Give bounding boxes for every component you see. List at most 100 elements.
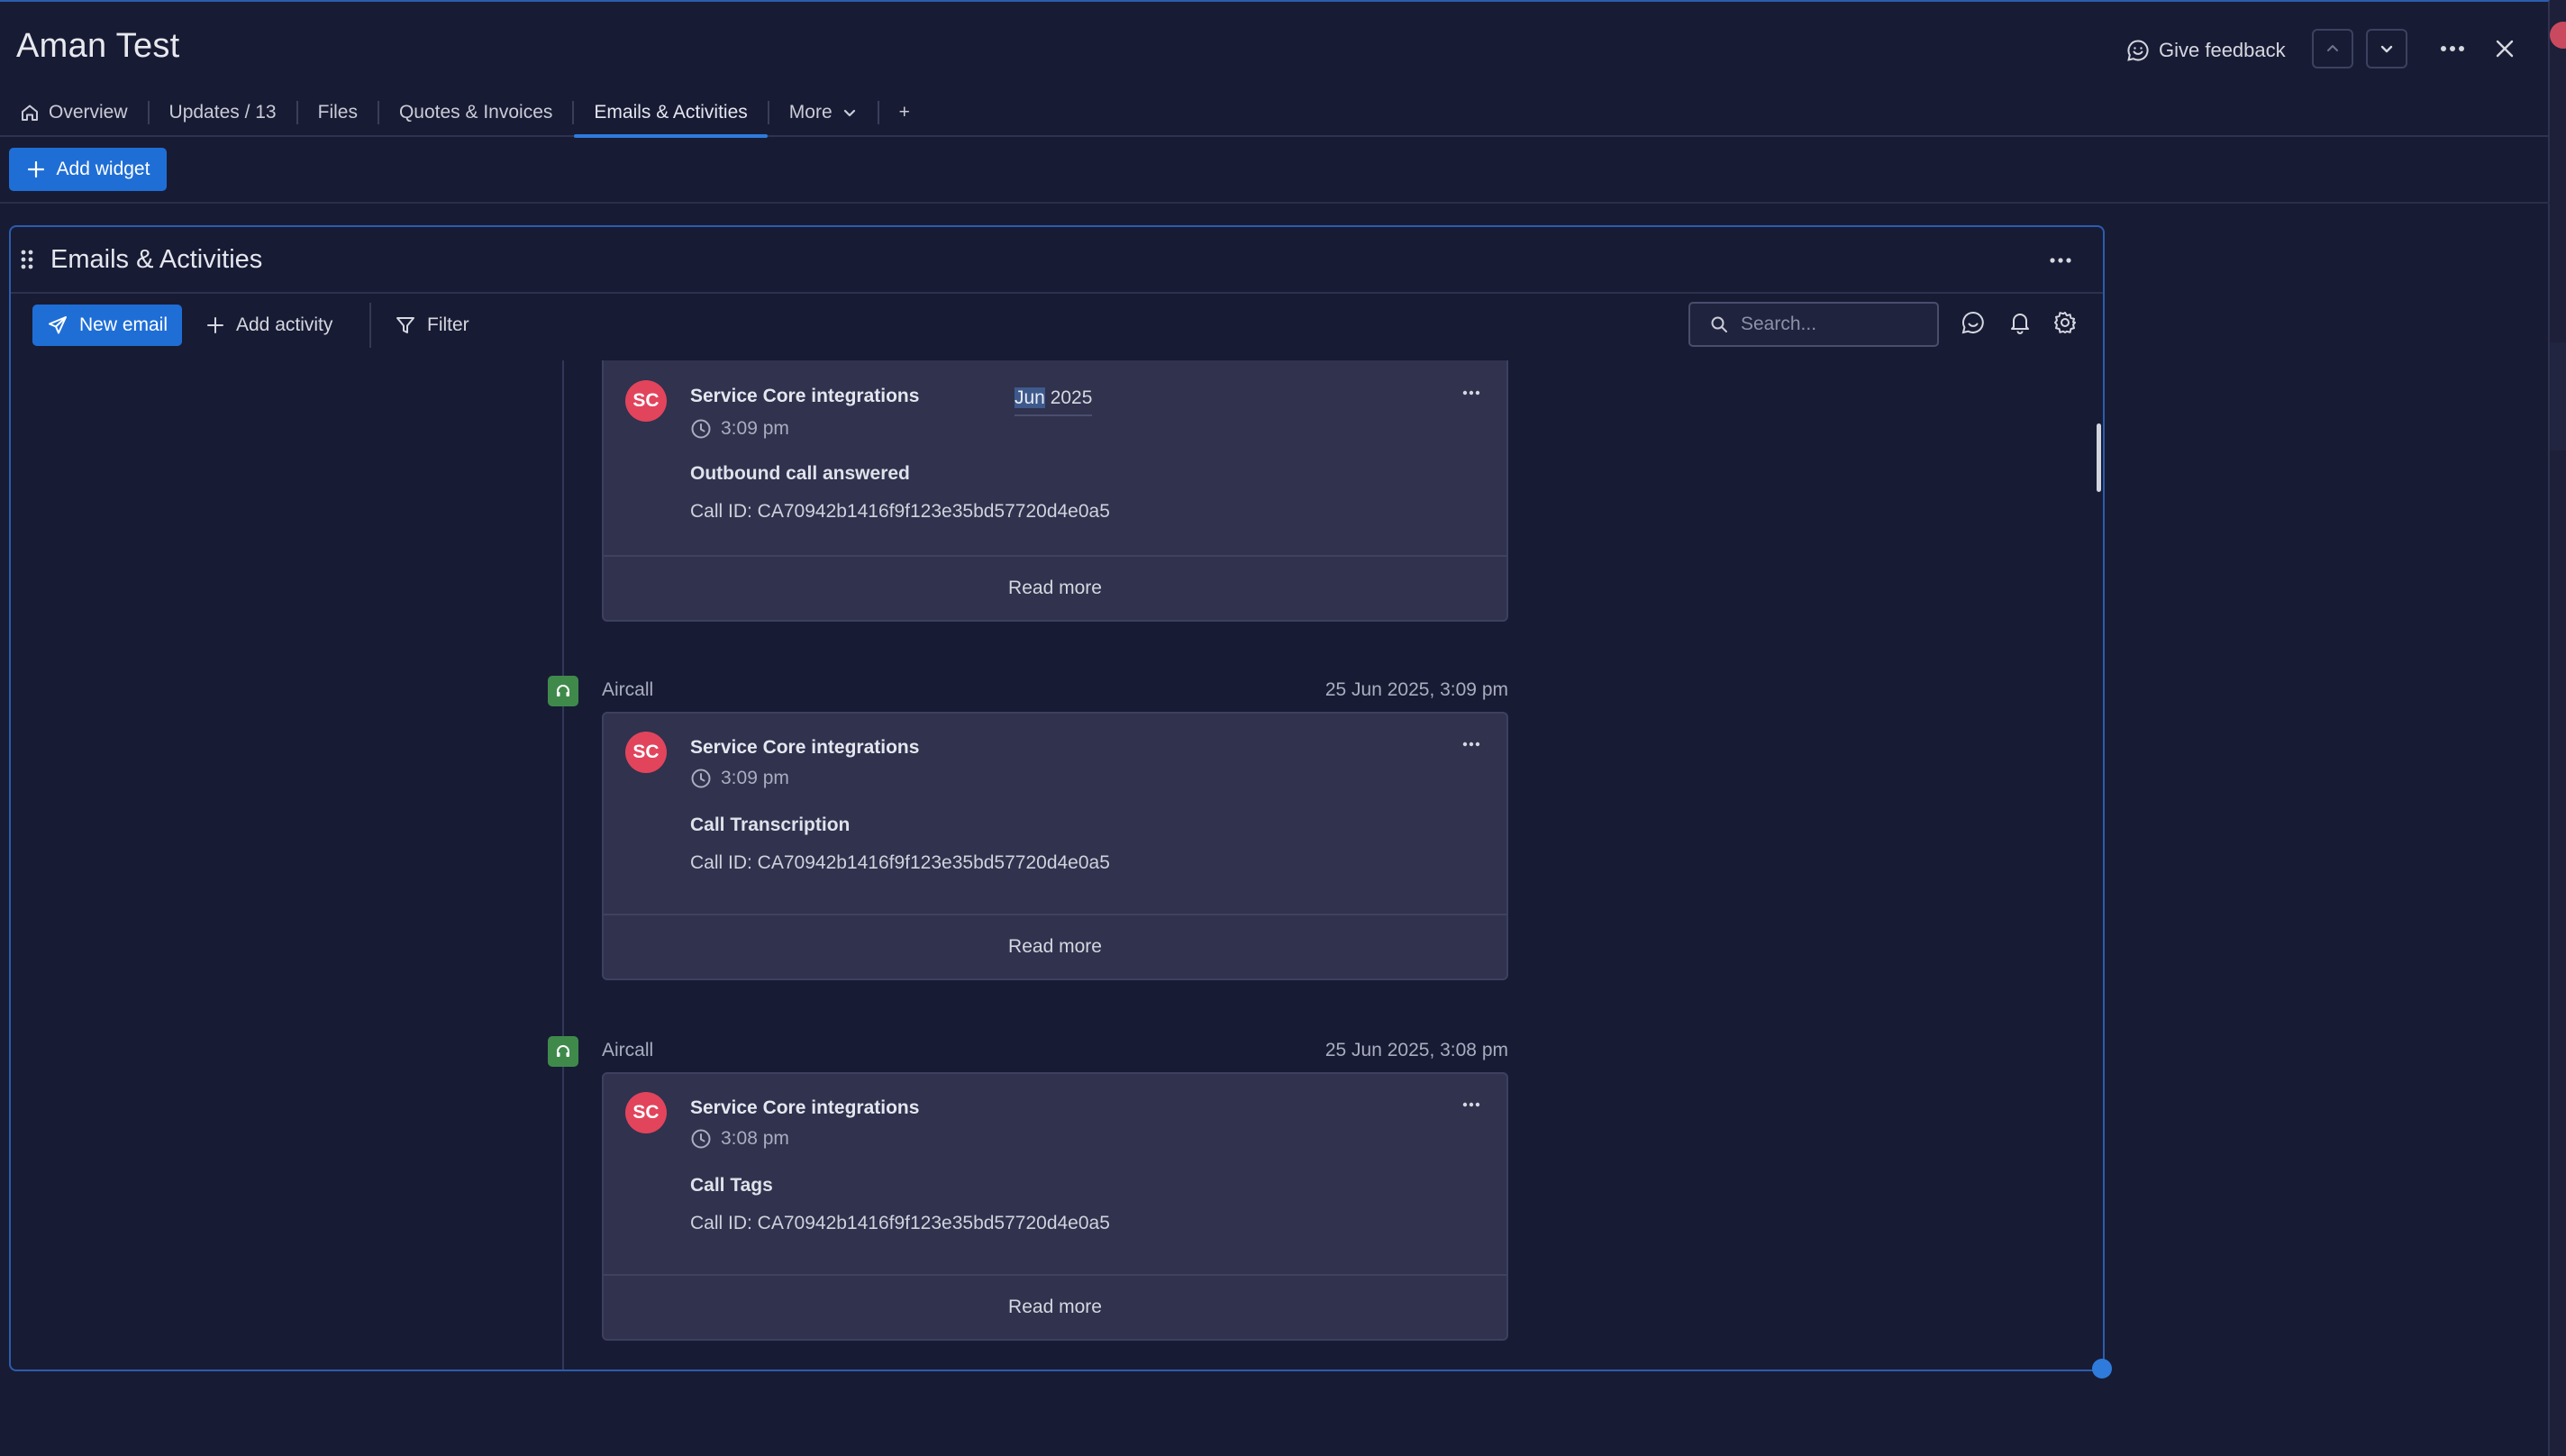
clock-icon [690,768,712,789]
clock-icon [690,1128,712,1150]
activity-card: SC Service Core integrations 3:08 pm Cal… [602,1072,1508,1341]
search-placeholder: Search... [1741,314,1817,334]
tab-emails-activities[interactable]: Emails & Activities [574,89,769,138]
avatar: SC [625,380,667,422]
resize-handle[interactable] [2092,1359,2112,1379]
activity-more-button[interactable] [1458,382,1485,404]
drag-handle-icon[interactable] [20,249,34,270]
plus-icon [205,315,225,335]
plus-icon: + [898,102,910,123]
activity-more-button[interactable] [1458,1094,1485,1115]
send-icon [47,314,68,336]
widget-header: Emails & Activities [11,227,2103,294]
ellipsis-icon [1462,1102,1480,1107]
tab-label: Overview [49,102,128,123]
activity-card: SC Service Core integrations 3:09 pm Cal… [602,712,1508,980]
tab-quotes-invoices[interactable]: Quotes & Invoices [379,89,572,136]
avatar: SC [625,1092,667,1133]
search-input[interactable]: Search... [1688,302,1939,347]
feed-scrollbar[interactable] [2097,423,2101,492]
tab-label: Quotes & Invoices [398,102,553,123]
widget-more-button[interactable] [2045,245,2076,276]
tab-overview[interactable]: Overview [0,89,148,136]
tab-updates[interactable]: Updates / 13 [150,89,296,136]
feedback-label: Give feedback [2159,39,2286,61]
filter-icon [395,314,416,336]
filter-button[interactable]: Filter [395,305,469,346]
activity-source: Aircall [602,679,654,700]
read-more-button[interactable]: Read more [604,914,1506,978]
activity-time-label: 3:09 pm [721,418,789,439]
ellipsis-icon [2440,45,2465,52]
read-more-button[interactable]: Read more [604,555,1506,620]
new-email-button[interactable]: New email [32,305,182,346]
add-widget-label: Add widget [56,159,150,179]
chevron-up-icon [2325,41,2341,57]
ellipsis-icon [1462,742,1480,747]
widget-title: Emails & Activities [50,245,263,274]
avatar: SC [625,732,667,773]
read-more-label: Read more [1008,578,1102,598]
toolbar-divider [369,303,371,348]
next-item-button[interactable] [2366,29,2407,68]
add-activity-label: Add activity [236,314,333,335]
chevron-down-icon [2379,41,2395,57]
activity-author: Service Core integrations [690,1097,920,1118]
bell-icon[interactable] [2007,310,2033,335]
activity-title: Outbound call answered [690,463,910,484]
date-chip-underline [1015,414,1093,416]
add-tab-button[interactable]: + [879,89,930,136]
close-icon [2495,39,2515,59]
read-more-label: Read more [1008,1297,1102,1317]
activity-more-button[interactable] [1458,733,1485,755]
activity-title: Call Tags [690,1175,773,1196]
read-more-button[interactable]: Read more [604,1274,1506,1339]
home-icon [20,103,40,123]
more-options-button[interactable] [2436,34,2469,63]
filter-label: Filter [427,314,469,335]
call-id: Call ID: CA70942b1416f9f123e35bd57720d4e… [690,501,1110,522]
give-feedback-button[interactable]: Give feedback [2126,32,2286,68]
call-id: Call ID: CA70942b1416f9f123e35bd57720d4e… [690,852,1110,873]
page-title: Aman Test [16,27,180,65]
plus-icon [26,159,46,179]
new-email-label: New email [78,314,168,335]
search-icon [1710,315,1728,333]
widget-toolbar: New email Add activity Filter Search... [11,296,2103,360]
aircall-icon [548,1036,578,1067]
call-id: Call ID: CA70942b1416f9f123e35bd57720d4e… [690,1213,1110,1233]
background-avatar [2550,22,2566,49]
activity-source: Aircall [602,1040,654,1060]
activity-date: 25 Jun 2025, 3:08 pm [1324,1040,1508,1060]
emails-activities-widget: Emails & Activities New email Add activi… [9,225,2105,1371]
activity-title: Call Transcription [690,814,851,835]
feedback-icon [2126,39,2150,62]
date-chip-rest: 2025 [1044,387,1093,408]
tab-label: More [788,102,833,123]
divider [0,202,2550,204]
activity-time: 3:08 pm [690,1128,789,1150]
tab-label: Updates / 13 [168,102,277,123]
chevron-down-icon [842,105,858,121]
close-button[interactable] [2489,32,2521,65]
activity-author: Service Core integrations [690,386,920,406]
activity-author: Service Core integrations [690,737,920,758]
activity-date: 25 Jun 2025, 3:09 pm [1324,679,1508,700]
activity-feed: SC Service Core integrations Jun 2025 3:… [11,360,2103,1370]
read-more-label: Read more [1008,936,1102,957]
add-widget-button[interactable]: Add widget [9,148,167,191]
tab-label: Emails & Activities [594,102,748,123]
background-panel-edge [2550,0,2566,1456]
chat-icon[interactable] [1961,310,1986,335]
gear-icon[interactable] [2052,310,2078,335]
activity-time-label: 3:09 pm [721,768,789,788]
tab-more[interactable]: More [769,89,878,136]
add-activity-button[interactable]: Add activity [205,305,332,346]
date-chip-highlight: Jun [1015,387,1045,408]
timeline-line [562,360,564,1370]
aircall-icon [548,676,578,706]
activity-time: 3:09 pm [690,768,789,789]
tab-files[interactable]: Files [298,89,378,136]
previous-item-button[interactable] [2312,29,2353,68]
ellipsis-icon [2050,258,2071,263]
